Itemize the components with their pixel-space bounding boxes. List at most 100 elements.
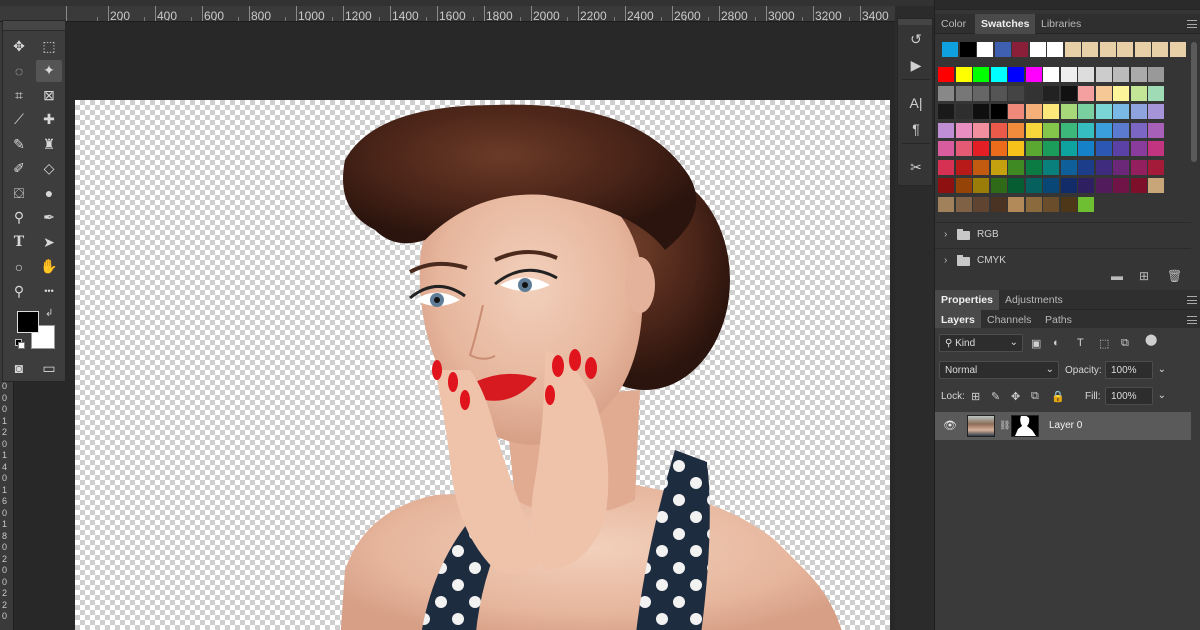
color-swatch[interactable] (1113, 178, 1129, 193)
paint-bucket-tool-icon[interactable]: ⛋ (6, 182, 32, 204)
properties-panel-menu-icon[interactable] (1187, 296, 1197, 304)
color-swatch[interactable] (1078, 178, 1094, 193)
color-swatch[interactable] (1060, 178, 1077, 193)
more-tools-icon[interactable]: ••• (36, 280, 62, 302)
tab-paths[interactable]: Paths (1039, 310, 1078, 330)
recent-swatch[interactable] (1064, 42, 1081, 57)
color-swatch[interactable] (973, 196, 989, 212)
color-swatch[interactable] (1025, 141, 1042, 156)
color-swatch[interactable] (1025, 196, 1042, 212)
color-swatch[interactable] (1130, 159, 1147, 175)
delete-swatch-icon[interactable]: 🗑 (1167, 269, 1182, 283)
pen-tool-icon[interactable]: ✒ (36, 207, 62, 229)
color-swatch[interactable] (955, 141, 972, 156)
history-brush-tool-icon[interactable]: ✐ (6, 158, 32, 180)
recent-swatch[interactable] (1029, 42, 1046, 57)
recent-swatch[interactable] (1099, 42, 1116, 57)
color-swatch[interactable] (938, 122, 954, 138)
lock-transparent-icon[interactable]: ⊞ (971, 390, 980, 403)
paragraph-icon[interactable]: ¶ (906, 119, 926, 139)
color-swatch[interactable] (955, 122, 972, 138)
color-swatch[interactable] (990, 104, 1007, 119)
color-swatch[interactable] (1008, 159, 1024, 175)
color-swatch[interactable] (1008, 141, 1024, 156)
color-swatch[interactable] (990, 67, 1007, 82)
crop-tool-icon[interactable]: ⌗ (6, 84, 32, 106)
color-swatch[interactable] (955, 104, 972, 119)
color-swatch[interactable] (973, 159, 989, 175)
color-swatch[interactable] (973, 178, 989, 193)
color-swatch[interactable] (1043, 67, 1059, 82)
recent-swatch[interactable] (1152, 42, 1168, 57)
foreground-color-swatch[interactable] (17, 311, 39, 333)
color-swatch[interactable] (1043, 196, 1059, 212)
fill-input[interactable]: 100% ⌄ (1105, 387, 1166, 405)
opacity-input[interactable]: 100% ⌄ (1105, 361, 1166, 379)
color-swatch[interactable] (1130, 104, 1147, 119)
filter-pixel-icon[interactable]: ▣ (1031, 337, 1041, 350)
marquee-tool-icon[interactable]: ⬚ (36, 35, 62, 57)
color-swatch[interactable] (1113, 141, 1129, 156)
color-swatch[interactable] (1148, 178, 1164, 193)
color-swatch[interactable] (1060, 196, 1077, 212)
color-swatch[interactable] (1025, 85, 1042, 101)
color-swatch[interactable] (1025, 67, 1042, 82)
color-swatch[interactable] (973, 141, 989, 156)
color-swatch[interactable] (1078, 196, 1094, 212)
color-swatch[interactable] (1043, 159, 1059, 175)
color-swatch[interactable] (955, 159, 972, 175)
color-swatch[interactable] (1113, 67, 1129, 82)
lasso-tool-icon[interactable]: ◌ (6, 60, 32, 82)
color-swatch[interactable] (1095, 141, 1112, 156)
tools-panel-grip[interactable] (3, 21, 65, 31)
eye-icon[interactable]: 👁 (943, 419, 957, 432)
recent-swatch[interactable] (1047, 42, 1063, 57)
color-swatch[interactable] (1095, 159, 1112, 175)
layer-thumbnail[interactable] (967, 415, 995, 437)
color-swatch[interactable] (1060, 159, 1077, 175)
recent-swatch[interactable] (959, 42, 976, 57)
blur-tool-icon[interactable]: ● (36, 182, 62, 204)
color-swatch[interactable] (973, 85, 989, 101)
color-swatch[interactable] (1078, 159, 1094, 175)
color-swatch[interactable] (1043, 104, 1059, 119)
brush-tool-icon[interactable]: ✎ (6, 133, 32, 155)
color-swatch[interactable] (1130, 67, 1147, 82)
tab-libraries[interactable]: Libraries (1035, 14, 1087, 34)
color-swatch[interactable] (973, 67, 989, 82)
filter-toggle-icon[interactable]: ⬤ (1145, 333, 1157, 346)
color-swatch[interactable] (1130, 178, 1147, 193)
color-swatch[interactable] (1008, 196, 1024, 212)
recent-swatch[interactable] (1082, 42, 1098, 57)
color-swatch[interactable] (1148, 122, 1164, 138)
color-swatch[interactable] (990, 178, 1007, 193)
color-swatch[interactable] (973, 104, 989, 119)
screen-mode-icon[interactable]: ▭ (36, 357, 62, 379)
recent-swatch[interactable] (1169, 42, 1186, 57)
color-swatch[interactable] (1113, 122, 1129, 138)
color-swatch[interactable] (990, 196, 1007, 212)
layer-mask-thumbnail[interactable] (1011, 415, 1039, 437)
chevron-down-icon[interactable]: ⌄ (1158, 364, 1166, 375)
color-swatch[interactable] (1008, 104, 1024, 119)
color-swatch[interactable] (1025, 159, 1042, 175)
color-swatch[interactable] (1113, 85, 1129, 101)
color-swatch[interactable] (990, 141, 1007, 156)
color-swatch[interactable] (1148, 104, 1164, 119)
color-swatch[interactable] (938, 104, 954, 119)
color-swatch[interactable] (1148, 159, 1164, 175)
character-icon[interactable]: A| (906, 93, 926, 113)
color-swatch[interactable] (1148, 67, 1164, 82)
color-swatch[interactable] (1025, 122, 1042, 138)
filter-smart-object-icon[interactable]: ⧉ (1121, 337, 1129, 350)
color-swatch[interactable] (990, 85, 1007, 101)
dodge-tool-icon[interactable]: ⚲ (6, 207, 32, 229)
tab-channels[interactable]: Channels (981, 310, 1037, 330)
color-swatch[interactable] (1078, 122, 1094, 138)
color-swatch[interactable] (1060, 67, 1077, 82)
color-swatch[interactable] (1008, 178, 1024, 193)
color-swatch[interactable] (1130, 141, 1147, 156)
color-swatch[interactable] (990, 122, 1007, 138)
chevron-down-icon[interactable]: ⌄ (1158, 390, 1166, 401)
canvas-area[interactable] (15, 22, 895, 630)
